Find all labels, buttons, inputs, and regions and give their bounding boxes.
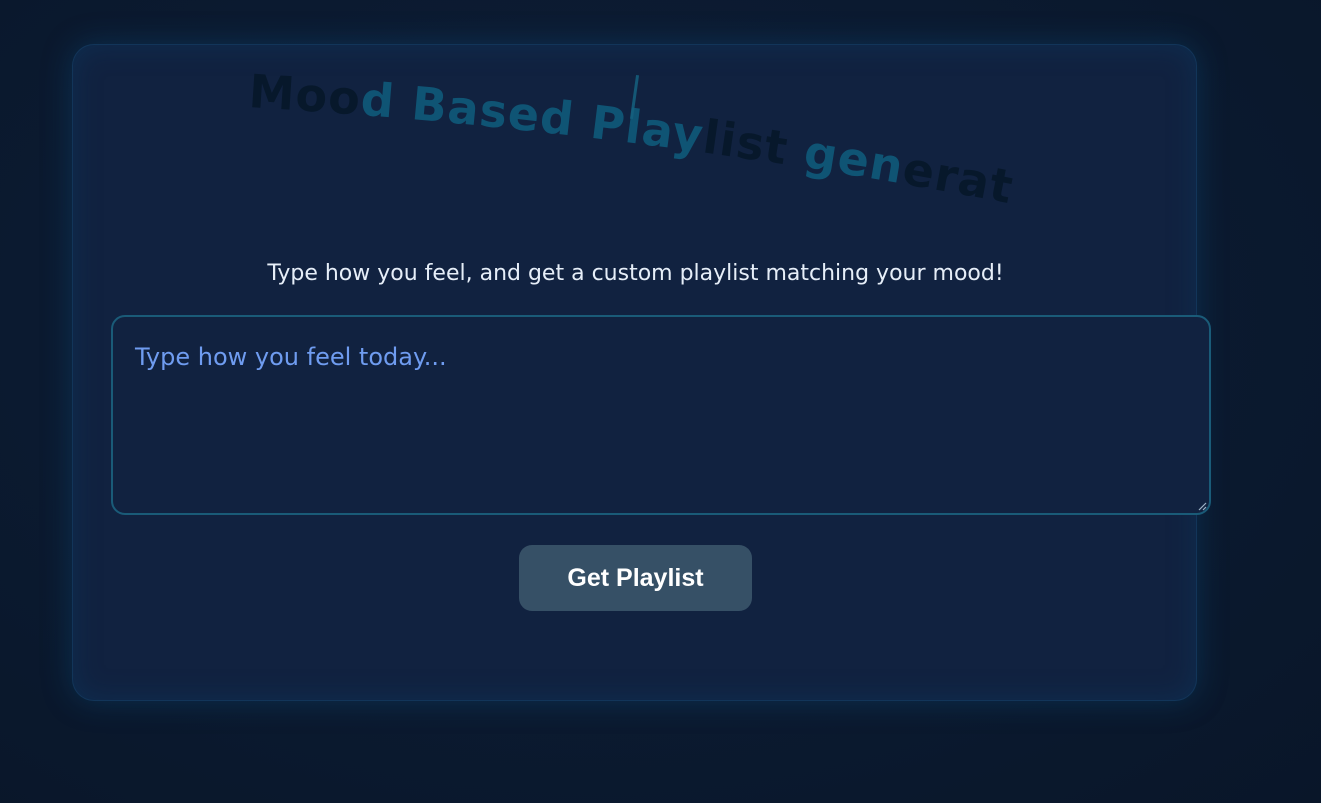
- intro-text: Type how you feel, and get a custom play…: [267, 261, 1004, 286]
- title-part-teal-1: d Based Play: [359, 72, 707, 163]
- get-playlist-button[interactable]: Get Playlist: [519, 545, 752, 611]
- resize-grip-icon[interactable]: [1197, 501, 1207, 511]
- playlist-card: Mood Based Playlist generator Type how y…: [72, 44, 1211, 701]
- title-part-teal-2: gen: [801, 125, 909, 195]
- title-part-dark-3: erator: [73, 45, 1018, 214]
- page-title-text: Mood Based Playlist generator: [73, 45, 1018, 214]
- mood-input[interactable]: [111, 315, 1211, 515]
- text-cursor-mark: [629, 75, 640, 119]
- title-part-dark-2: list: [700, 110, 809, 178]
- title-part-dark-1: Moo: [247, 64, 363, 126]
